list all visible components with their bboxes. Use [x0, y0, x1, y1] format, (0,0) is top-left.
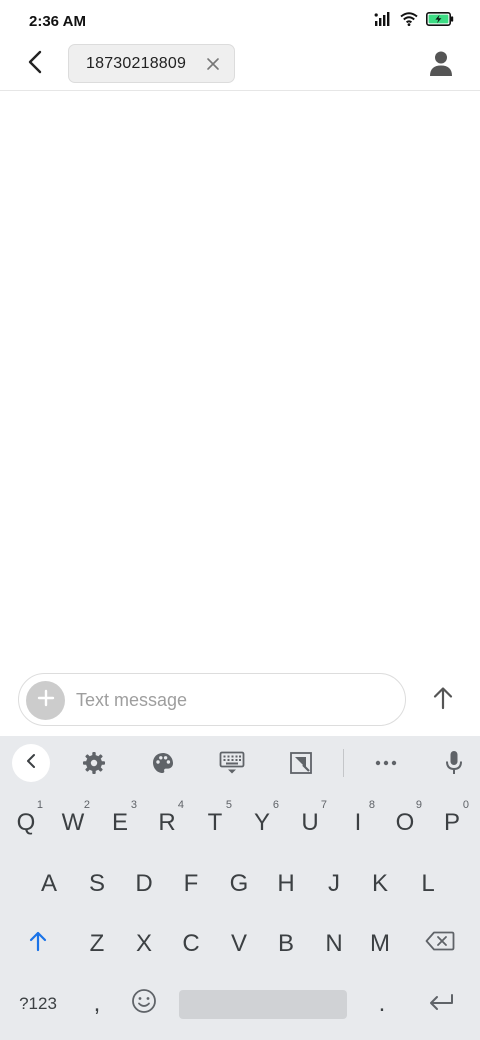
back-arrow-icon: [28, 50, 42, 79]
soft-keyboard: Q1 W2 E3 R4 T5 Y6 U7 I8 O9 P0 A S D F G …: [0, 736, 480, 1040]
attach-button[interactable]: [26, 681, 65, 720]
backspace-key[interactable]: [417, 917, 463, 971]
compose-field: [18, 673, 406, 726]
plus-icon: [36, 688, 56, 713]
key-j[interactable]: J: [311, 857, 357, 911]
key-m[interactable]: M: [357, 917, 403, 971]
microphone-icon[interactable]: [440, 749, 468, 777]
key-l[interactable]: L: [405, 857, 451, 911]
signal-icon: [374, 12, 392, 31]
status-icons: [374, 12, 454, 31]
key-a[interactable]: A: [26, 857, 72, 911]
key-y[interactable]: Y6: [239, 796, 285, 850]
key-d[interactable]: D: [121, 857, 167, 911]
shift-key[interactable]: [15, 917, 61, 971]
enter-key[interactable]: [418, 977, 464, 1031]
collapse-icon: [25, 753, 37, 774]
key-f[interactable]: F: [168, 857, 214, 911]
conversation-area: [0, 92, 480, 664]
battery-charging-icon: [426, 12, 454, 31]
keyboard-toolbar: [0, 736, 480, 790]
backspace-icon: [425, 930, 455, 958]
key-h[interactable]: H: [263, 857, 309, 911]
key-i[interactable]: I8: [335, 796, 381, 850]
key-u[interactable]: U7: [287, 796, 333, 850]
wifi-icon: [400, 12, 418, 31]
toolbar-divider: [343, 749, 344, 777]
keyboard-layout-icon[interactable]: [218, 749, 246, 777]
send-button[interactable]: [430, 686, 456, 714]
key-v[interactable]: V: [216, 917, 262, 971]
key-e[interactable]: E3: [97, 796, 143, 850]
recipient-number: 18730218809: [86, 54, 187, 72]
key-k[interactable]: K: [357, 857, 403, 911]
close-icon[interactable]: [205, 56, 221, 72]
key-z[interactable]: Z: [74, 917, 120, 971]
arrow-up-icon: [432, 686, 454, 715]
conversation-header: 18730218809: [0, 44, 480, 91]
back-button[interactable]: [20, 48, 50, 80]
key-c[interactable]: C: [168, 917, 214, 971]
key-o[interactable]: O9: [382, 796, 428, 850]
message-input[interactable]: [76, 684, 396, 716]
emoji-key[interactable]: [121, 977, 167, 1031]
symbols-key[interactable]: ?123: [15, 977, 61, 1031]
key-s[interactable]: S: [74, 857, 120, 911]
key-x[interactable]: X: [121, 917, 167, 971]
one-handed-icon[interactable]: [287, 749, 315, 777]
keyboard-collapse-button[interactable]: [12, 744, 50, 782]
status-bar: 2:36 AM: [0, 0, 480, 44]
enter-icon: [428, 990, 454, 1018]
comma-key[interactable]: ,: [74, 977, 120, 1031]
status-time: 2:36 AM: [29, 13, 86, 30]
period-key[interactable]: .: [359, 977, 405, 1031]
palette-icon[interactable]: [149, 749, 177, 777]
emoji-icon: [131, 988, 157, 1021]
key-g[interactable]: G: [216, 857, 262, 911]
key-q[interactable]: Q1: [3, 796, 49, 850]
space-key[interactable]: [179, 990, 347, 1019]
shift-arrow-icon: [28, 930, 48, 959]
recipient-chip[interactable]: 18730218809: [68, 44, 235, 83]
more-icon[interactable]: [372, 749, 400, 777]
key-b[interactable]: B: [263, 917, 309, 971]
key-r[interactable]: R4: [144, 796, 190, 850]
compose-bar: [0, 664, 480, 736]
key-w[interactable]: W2: [50, 796, 96, 850]
key-p[interactable]: P0: [429, 796, 475, 850]
settings-icon[interactable]: [80, 749, 108, 777]
person-icon: [428, 51, 454, 82]
contact-button[interactable]: [428, 50, 454, 78]
key-n[interactable]: N: [311, 917, 357, 971]
key-t[interactable]: T5: [192, 796, 238, 850]
